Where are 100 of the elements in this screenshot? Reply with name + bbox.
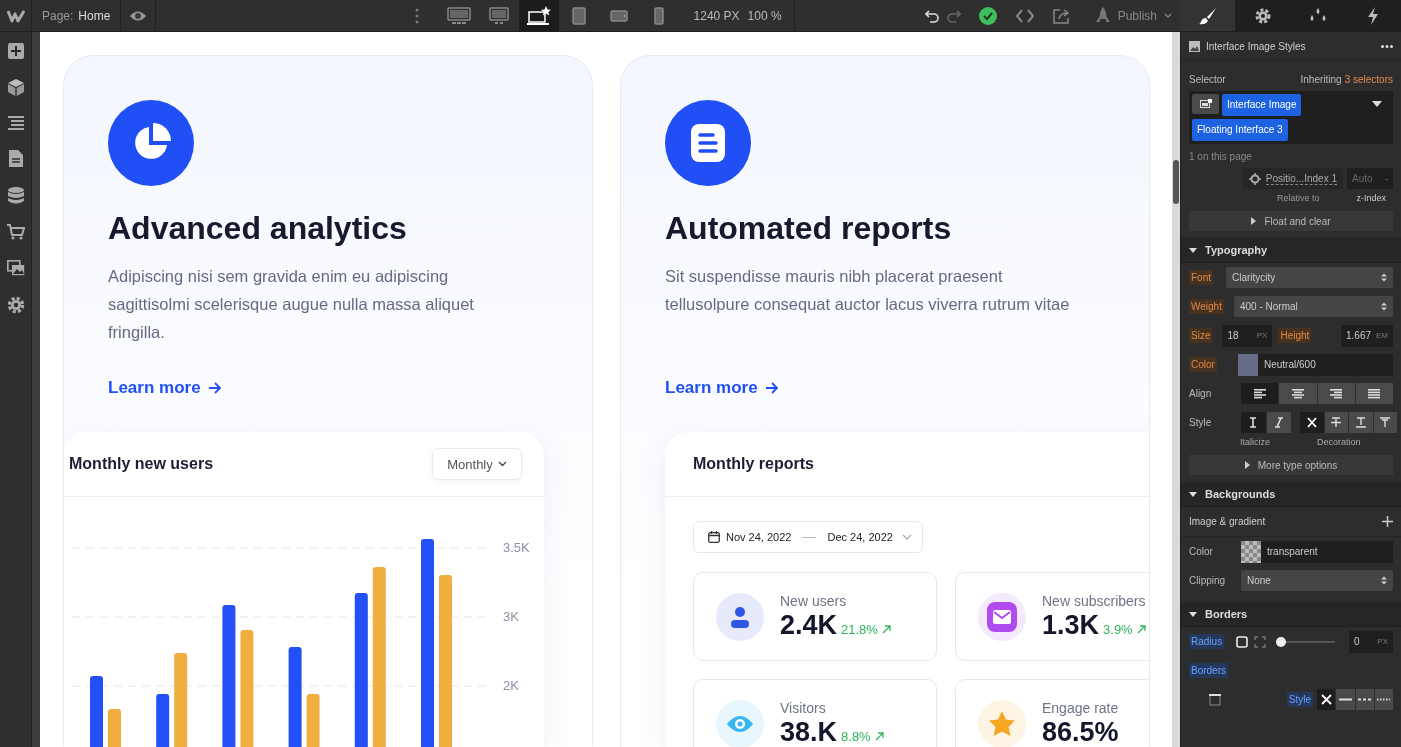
class-chip[interactable]: Interface Image	[1222, 94, 1302, 116]
undo-icon[interactable]	[924, 8, 939, 23]
panel-tab[interactable]	[1180, 0, 1236, 31]
color-swatch[interactable]	[1238, 353, 1258, 376]
radius-field[interactable]: 0 PX	[1349, 630, 1393, 653]
borders-label: Borders	[1189, 663, 1228, 678]
settings-icon	[1253, 6, 1272, 25]
color-label: Color	[1189, 357, 1217, 372]
line-height-field[interactable]: 1.667 EM	[1341, 324, 1393, 347]
decoration-caption: Decoration	[1317, 437, 1361, 447]
square-icon[interactable]	[1236, 635, 1249, 648]
stat-value: 1.3K	[1042, 609, 1100, 641]
size-label: Size	[1189, 328, 1213, 343]
large-monitor-icon	[446, 6, 471, 25]
feature-description: Adipiscing nisi sem gravida enim eu adipiscing sagittisolmi scelerisque augue nulla massa aliquet fringilla.	[108, 266, 475, 343]
logo-icon[interactable]	[6, 8, 25, 23]
stat-value: 86.5%	[1042, 716, 1119, 747]
stat-value: 38.K	[780, 716, 838, 747]
weight-select[interactable]: 400 - Normal	[1233, 296, 1393, 317]
align-button[interactable]	[1355, 383, 1393, 404]
styles-panel-title: Interface Image Styles	[1206, 40, 1306, 52]
add-icon[interactable]	[1382, 516, 1393, 527]
breakpoint-button[interactable]	[518, 0, 559, 31]
inherited-selectors-link[interactable]: 3 selectors	[1344, 74, 1393, 85]
color-field[interactable]: Neutral/600	[1238, 353, 1393, 376]
preview-eye-icon[interactable]	[129, 9, 148, 22]
size-field[interactable]: 18 PX	[1222, 324, 1273, 347]
section-header[interactable]: Backgrounds	[1181, 482, 1401, 507]
stat-change: 21.8%	[841, 621, 878, 637]
stepper-icon	[1381, 302, 1387, 311]
align-button[interactable]	[1279, 383, 1317, 404]
page-icon[interactable]	[8, 150, 23, 167]
italic-button[interactable]	[1266, 412, 1291, 433]
corners-icon[interactable]	[1254, 635, 1267, 648]
page-name[interactable]: Home	[78, 8, 111, 23]
inheriting-label: Inheriting	[1300, 74, 1342, 85]
border-style-button[interactable]	[1336, 689, 1355, 710]
database-icon[interactable]	[7, 187, 24, 204]
axis-label: 3.5K	[503, 540, 530, 556]
section-header[interactable]: Typography	[1181, 238, 1401, 263]
more-type-options-button[interactable]: More type options	[1189, 455, 1393, 475]
chart-bar	[156, 694, 170, 747]
settings-icon[interactable]	[6, 296, 25, 314]
float-clear-button[interactable]: Float and clear	[1189, 211, 1393, 231]
relative-to-caption: Relative to	[1276, 193, 1320, 203]
panel-tab[interactable]	[1345, 0, 1401, 31]
color-label: Color	[1189, 546, 1214, 557]
cart-icon[interactable]	[6, 224, 25, 240]
align-button[interactable]	[1317, 383, 1355, 404]
panel-tab[interactable]	[1235, 0, 1291, 31]
date-range-picker[interactable]: Nov 24, 2022 Dec 24, 2022	[693, 521, 923, 553]
position-button[interactable]: Positio...Index 1	[1242, 168, 1343, 189]
stat-label: New subscribers	[1042, 592, 1146, 609]
decoration-button[interactable]	[1324, 412, 1348, 433]
arrow-right-icon	[207, 382, 222, 394]
arrow-up-right-icon	[874, 731, 884, 741]
chevron-down-icon	[1164, 13, 1172, 18]
chevron-down-icon	[497, 461, 507, 467]
more-vertical-icon[interactable]	[414, 7, 419, 24]
border-style-button[interactable]	[1317, 689, 1336, 710]
publish-button[interactable]: Publish	[1086, 0, 1180, 31]
calendar-icon	[708, 531, 720, 543]
axis-label: 2K	[503, 678, 519, 694]
slider-thumb[interactable]	[1276, 636, 1287, 647]
border-style-button[interactable]	[1355, 689, 1374, 710]
start-date: Nov 24, 2022	[726, 531, 792, 543]
learn-more-link[interactable]: Learn more	[108, 378, 222, 398]
decoration-button[interactable]	[1373, 412, 1397, 433]
chart-bar	[90, 676, 103, 747]
scrollbar-thumb[interactable]	[1173, 160, 1179, 204]
check-icon[interactable]	[978, 6, 997, 25]
period-dropdown[interactable]: Monthly	[432, 448, 522, 480]
border-top-icon[interactable]	[1209, 693, 1221, 706]
add-icon[interactable]	[7, 43, 24, 59]
export-icon[interactable]	[1052, 7, 1071, 24]
selector-label: Selector	[1189, 74, 1226, 85]
lightning-icon	[1367, 6, 1380, 25]
cube-icon[interactable]	[7, 79, 24, 96]
images-icon[interactable]	[6, 260, 25, 276]
align-button[interactable]	[1241, 383, 1279, 404]
regular-button[interactable]	[1241, 412, 1266, 433]
decoration-button[interactable]	[1300, 412, 1324, 433]
more-icon[interactable]	[1381, 44, 1393, 48]
clipping-select[interactable]: None	[1241, 570, 1393, 591]
align-center-icon	[1291, 388, 1304, 399]
transparent-swatch[interactable]	[1241, 540, 1261, 563]
phone-icon	[653, 6, 664, 25]
learn-more-link[interactable]: Learn more	[665, 378, 779, 398]
class-chip[interactable]: Floating Interface 3	[1192, 119, 1288, 141]
section-header[interactable]: Borders	[1181, 602, 1401, 627]
element-icon[interactable]	[1192, 94, 1219, 114]
caret-icon[interactable]	[1372, 101, 1382, 107]
code-icon[interactable]	[1014, 8, 1035, 23]
canvas-width: 1240 PX	[693, 8, 740, 23]
selector-field[interactable]: Interface Image Floating Interface 3	[1189, 91, 1393, 144]
overline-icon	[1379, 417, 1392, 428]
color-field[interactable]: transparent	[1241, 540, 1393, 563]
usage-count: 1 on this page	[1188, 150, 1253, 162]
navigator-icon[interactable]	[7, 116, 24, 130]
font-select[interactable]: Claritycity	[1226, 267, 1393, 288]
